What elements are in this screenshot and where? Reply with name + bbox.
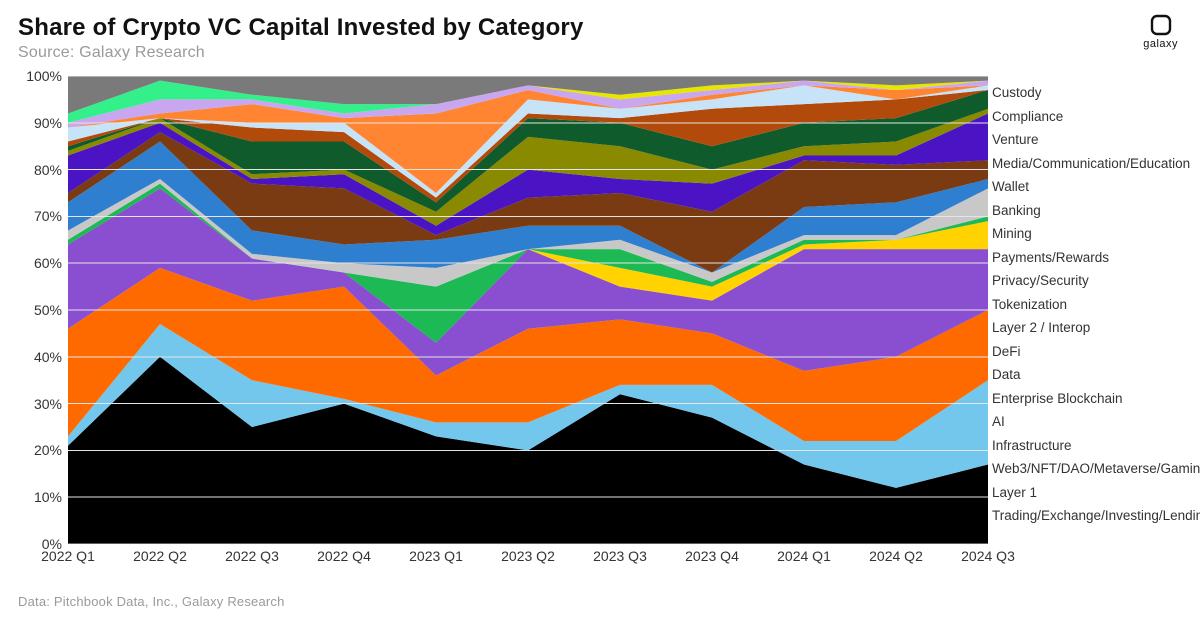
legend-label: Venture bbox=[992, 133, 1039, 147]
legend-label: Trading/Exchange/Investing/Lending bbox=[992, 509, 1200, 523]
legend-item: Compliance bbox=[972, 110, 1182, 124]
legend-label: Infrastructure bbox=[992, 439, 1072, 453]
legend-item: Custody bbox=[972, 86, 1182, 100]
legend-item: Enterprise Blockchain bbox=[972, 392, 1182, 406]
y-tick: 70% bbox=[34, 208, 62, 224]
legend-label: Data bbox=[992, 368, 1021, 382]
x-tick: 2022 Q3 bbox=[225, 548, 279, 564]
legend-label: Tokenization bbox=[992, 298, 1067, 312]
x-tick: 2024 Q3 bbox=[961, 548, 1015, 564]
x-tick: 2023 Q1 bbox=[409, 548, 463, 564]
x-tick: 2023 Q3 bbox=[593, 548, 647, 564]
y-tick: 90% bbox=[34, 115, 62, 131]
legend-item: Infrastructure bbox=[972, 439, 1182, 453]
legend-label: Custody bbox=[992, 86, 1042, 100]
legend-item: Layer 1 bbox=[972, 486, 1182, 500]
legend-label: Web3/NFT/DAO/Metaverse/Gaming bbox=[992, 462, 1200, 476]
legend-label: Banking bbox=[992, 204, 1041, 218]
y-tick: 10% bbox=[34, 489, 62, 505]
legend-label: Payments/Rewards bbox=[992, 251, 1109, 265]
legend-label: Media/Communication/Education bbox=[992, 157, 1190, 171]
footer: Data: Pitchbook Data, Inc., Galaxy Resea… bbox=[18, 594, 285, 609]
y-tick: 50% bbox=[34, 302, 62, 318]
stacked-area-plot bbox=[68, 76, 988, 544]
x-tick: 2024 Q2 bbox=[869, 548, 923, 564]
y-tick: 30% bbox=[34, 396, 62, 412]
legend-label: DeFi bbox=[992, 345, 1021, 359]
y-tick: 40% bbox=[34, 349, 62, 365]
legend-item: Trading/Exchange/Investing/Lending bbox=[972, 509, 1182, 523]
legend-label: Enterprise Blockchain bbox=[992, 392, 1123, 406]
y-tick: 20% bbox=[34, 442, 62, 458]
legend-label: AI bbox=[992, 415, 1005, 429]
legend-label: Layer 1 bbox=[992, 486, 1037, 500]
galaxy-logo-icon bbox=[1150, 14, 1172, 36]
brand-label: galaxy bbox=[1143, 38, 1178, 50]
y-axis-ticks: 0%10%20%30%40%50%60%70%80%90%100% bbox=[18, 76, 64, 544]
legend-item: Banking bbox=[972, 204, 1182, 218]
legend-item: DeFi bbox=[972, 345, 1182, 359]
legend: Custody Compliance Venture Media/Communicat… bbox=[972, 76, 1182, 580]
legend-item: Media/Communication/Education bbox=[972, 157, 1182, 171]
legend-item: Tokenization bbox=[972, 298, 1182, 312]
page-title: Share of Crypto VC Capital Invested by C… bbox=[18, 14, 1182, 42]
legend-label: Wallet bbox=[992, 180, 1029, 194]
legend-item: Venture bbox=[972, 133, 1182, 147]
x-tick: 2022 Q4 bbox=[317, 548, 371, 564]
legend-item: Layer 2 / Interop bbox=[972, 321, 1182, 335]
legend-item: AI bbox=[972, 415, 1182, 429]
legend-item: Privacy/Security bbox=[972, 274, 1182, 288]
legend-item: Data bbox=[972, 368, 1182, 382]
brand-logo: galaxy bbox=[1143, 14, 1178, 50]
legend-label: Compliance bbox=[992, 110, 1063, 124]
legend-item: Payments/Rewards bbox=[972, 251, 1182, 265]
subtitle: Source: Galaxy Research bbox=[18, 44, 1182, 62]
y-tick: 60% bbox=[34, 255, 62, 271]
y-tick: 80% bbox=[34, 162, 62, 178]
legend-item: Web3/NFT/DAO/Metaverse/Gaming bbox=[972, 462, 1182, 476]
legend-label: Privacy/Security bbox=[992, 274, 1089, 288]
x-tick: 2023 Q2 bbox=[501, 548, 555, 564]
legend-label: Mining bbox=[992, 227, 1032, 241]
chart: 0%10%20%30%40%50%60%70%80%90%100% 2022 Q… bbox=[18, 76, 1182, 580]
legend-label: Layer 2 / Interop bbox=[992, 321, 1090, 335]
x-axis-ticks: 2022 Q12022 Q22022 Q32022 Q42023 Q12023 … bbox=[68, 544, 988, 574]
x-tick: 2022 Q1 bbox=[41, 548, 95, 564]
x-tick: 2023 Q4 bbox=[685, 548, 739, 564]
x-tick: 2022 Q2 bbox=[133, 548, 187, 564]
legend-item: Wallet bbox=[972, 180, 1182, 194]
x-tick: 2024 Q1 bbox=[777, 548, 831, 564]
y-tick: 100% bbox=[26, 68, 62, 84]
legend-item: Mining bbox=[972, 227, 1182, 241]
